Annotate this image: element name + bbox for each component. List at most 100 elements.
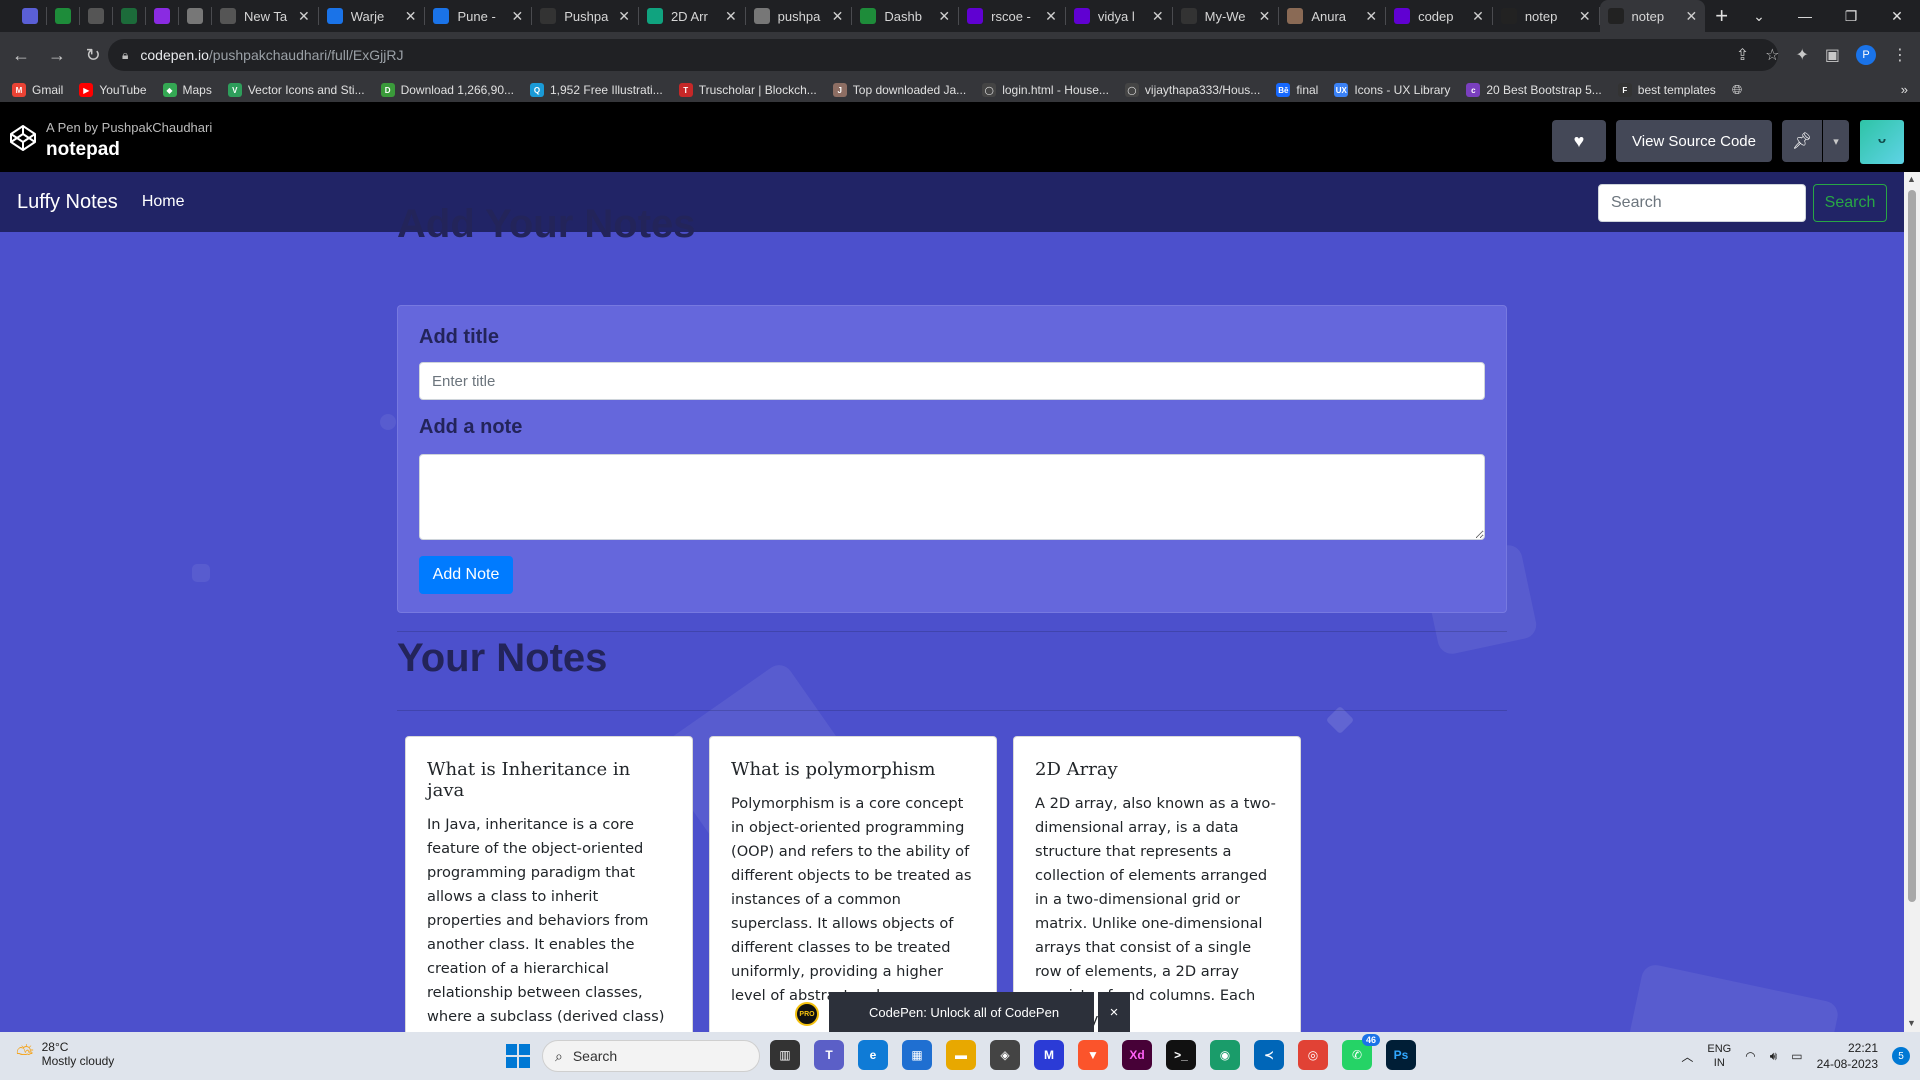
- side-panel-icon[interactable]: ▣: [1825, 45, 1840, 65]
- tab-close-icon[interactable]: ✕: [1686, 8, 1698, 25]
- globe-icon[interactable]: 🌐︎: [1732, 82, 1742, 98]
- view-source-button[interactable]: View Source Code: [1616, 120, 1772, 162]
- browser-tab[interactable]: [80, 0, 112, 32]
- browser-tab[interactable]: 2D Arr ✕: [639, 0, 745, 32]
- tab-close-icon[interactable]: ✕: [1259, 8, 1271, 25]
- lock-icon[interactable]: 🔒︎: [122, 48, 128, 63]
- bookmark-item[interactable]: J Top downloaded Ja...: [832, 83, 966, 97]
- adobe-xd-icon[interactable]: Xd: [1122, 1040, 1152, 1070]
- github-desktop-icon[interactable]: ◉: [1210, 1040, 1240, 1070]
- tab-close-icon[interactable]: ✕: [298, 8, 310, 25]
- browser-tab[interactable]: My-We ✕: [1173, 0, 1279, 32]
- tab-search-icon[interactable]: ⌄: [1736, 8, 1782, 25]
- whatsapp-icon[interactable]: ✆ 46: [1342, 1034, 1380, 1070]
- menu-dots-icon[interactable]: ⋮: [1892, 45, 1908, 65]
- scroll-thumb[interactable]: [1908, 190, 1916, 902]
- taskbar-search[interactable]: ⌕ Search: [542, 1040, 760, 1072]
- codepen-logo-icon[interactable]: [8, 123, 38, 153]
- unity-icon[interactable]: ◈: [990, 1040, 1020, 1070]
- browser-tab[interactable]: Pushpa ✕: [532, 0, 638, 32]
- pen-byline[interactable]: A Pen by PushpakChaudhari: [46, 120, 212, 135]
- terminal-icon[interactable]: >_: [1166, 1040, 1196, 1070]
- tab-close-icon[interactable]: ✕: [1365, 8, 1377, 25]
- tab-close-icon[interactable]: ✕: [725, 8, 737, 25]
- task-view-icon[interactable]: ▥: [770, 1040, 800, 1070]
- share-icon[interactable]: ⇪: [1736, 45, 1749, 65]
- new-tab-button[interactable]: +: [1715, 3, 1728, 29]
- browser-tab[interactable]: codep ✕: [1386, 0, 1492, 32]
- minimize-button[interactable]: —: [1782, 8, 1828, 24]
- file-explorer-icon[interactable]: ▬: [946, 1040, 976, 1070]
- close-window-button[interactable]: ✕: [1874, 8, 1920, 25]
- navbar-search-button[interactable]: Search: [1813, 184, 1887, 222]
- chevron-up-icon[interactable]: ︿: [1681, 1048, 1693, 1065]
- vscode-icon[interactable]: ≺: [1254, 1040, 1284, 1070]
- teams-icon[interactable]: T: [814, 1040, 844, 1070]
- navbar-search-input[interactable]: [1598, 184, 1806, 222]
- browser-tab[interactable]: [47, 0, 79, 32]
- navbar-brand[interactable]: Luffy Notes: [17, 191, 118, 214]
- browser-tab[interactable]: [146, 0, 178, 32]
- forward-button[interactable]: →: [42, 45, 72, 66]
- browser-tab[interactable]: Warje ✕: [319, 0, 425, 32]
- weather-widget[interactable]: ⛅︎ 28°C Mostly cloudy: [16, 1040, 114, 1068]
- notification-badge[interactable]: 5: [1892, 1047, 1910, 1065]
- browser-tab[interactable]: New Ta ✕: [212, 0, 318, 32]
- bookmark-item[interactable]: ◯ login.html - House...: [982, 83, 1109, 97]
- photoshop-icon[interactable]: Ps: [1386, 1040, 1416, 1070]
- tab-close-icon[interactable]: ✕: [405, 8, 417, 25]
- tab-close-icon[interactable]: ✕: [1472, 8, 1484, 25]
- bookmark-item[interactable]: T Truscholar | Blockch...: [678, 83, 817, 97]
- nav-link-home[interactable]: Home: [142, 193, 185, 211]
- add-note-button[interactable]: Add Note: [419, 556, 513, 594]
- codepen-promo-toast[interactable]: CodePen: Unlock all of CodePen: [829, 992, 1094, 1032]
- browser-tab[interactable]: Dashb ✕: [852, 0, 958, 32]
- bookmark-item[interactable]: D Download 1,266,90...: [380, 83, 514, 97]
- toast-close-button[interactable]: ×: [1098, 992, 1130, 1032]
- tab-close-icon[interactable]: ✕: [1045, 8, 1057, 25]
- bookmarks-overflow-icon[interactable]: »: [1901, 78, 1908, 102]
- page-scrollbar[interactable]: ▲ ▼: [1904, 172, 1920, 1032]
- browser-tab[interactable]: vidya l ✕: [1066, 0, 1172, 32]
- tab-close-icon[interactable]: ✕: [1579, 8, 1591, 25]
- bookmark-item[interactable]: ▶ YouTube: [79, 83, 147, 97]
- bookmark-item[interactable]: Fbest templates: [1617, 83, 1716, 97]
- note-textarea[interactable]: [419, 454, 1485, 540]
- bookmark-item[interactable]: Bē final: [1276, 83, 1318, 97]
- store-icon[interactable]: ▦: [902, 1040, 932, 1070]
- wifi-icon[interactable]: ◠: [1745, 1049, 1755, 1063]
- like-heart-button[interactable]: ♥: [1552, 120, 1606, 162]
- scroll-down-icon[interactable]: ▼: [1907, 1018, 1916, 1028]
- browser-tab[interactable]: Anura ✕: [1279, 0, 1385, 32]
- restore-button[interactable]: ❐: [1828, 8, 1874, 25]
- brave-icon[interactable]: ▼: [1078, 1040, 1108, 1070]
- clock[interactable]: 22:21 24-08-2023: [1817, 1040, 1878, 1072]
- volume-icon[interactable]: 🔊︎: [1770, 1049, 1778, 1064]
- back-button[interactable]: ←: [6, 45, 36, 66]
- browser-tab[interactable]: notep ✕: [1599, 0, 1706, 32]
- bookmark-item[interactable]: ◯ vijaythapa333/Hous...: [1124, 83, 1260, 97]
- title-input[interactable]: [419, 362, 1485, 400]
- bookmark-item[interactable]: M Gmail: [12, 83, 63, 97]
- bookmark-item[interactable]: Q 1,952 Free Illustrati...: [530, 83, 663, 97]
- address-bar[interactable]: 🔒︎ codepen.io/pushpakchaudhari/full/ExGj…: [108, 39, 1778, 71]
- bookmark-item[interactable]: c 20 Best Bootstrap 5...: [1466, 83, 1602, 97]
- app-icon[interactable]: M: [1034, 1040, 1064, 1070]
- tab-close-icon[interactable]: ✕: [1152, 8, 1164, 25]
- tab-close-icon[interactable]: ✕: [618, 8, 630, 25]
- pin-button[interactable]: 📌︎: [1782, 120, 1822, 162]
- browser-tab[interactable]: [179, 0, 211, 32]
- bookmark-item[interactable]: ◆ Maps: [162, 83, 212, 97]
- profile-avatar-icon[interactable]: P: [1856, 45, 1876, 65]
- edge-icon[interactable]: e: [858, 1040, 888, 1070]
- language-indicator[interactable]: ENG IN: [1707, 1042, 1731, 1070]
- bookmark-item[interactable]: V Vector Icons and Sti...: [227, 83, 365, 97]
- browser-tab[interactable]: Pune - ✕: [425, 0, 531, 32]
- browser-tab[interactable]: [113, 0, 145, 32]
- bookmark-item[interactable]: UX Icons - UX Library: [1334, 83, 1450, 97]
- bookmark-star-icon[interactable]: ☆: [1765, 45, 1779, 65]
- browser-tab[interactable]: notep ✕: [1493, 0, 1599, 32]
- scroll-up-icon[interactable]: ▲: [1907, 174, 1916, 184]
- pin-dropdown-button[interactable]: ▾: [1823, 120, 1849, 162]
- extensions-puzzle-icon[interactable]: ✦: [1795, 45, 1808, 65]
